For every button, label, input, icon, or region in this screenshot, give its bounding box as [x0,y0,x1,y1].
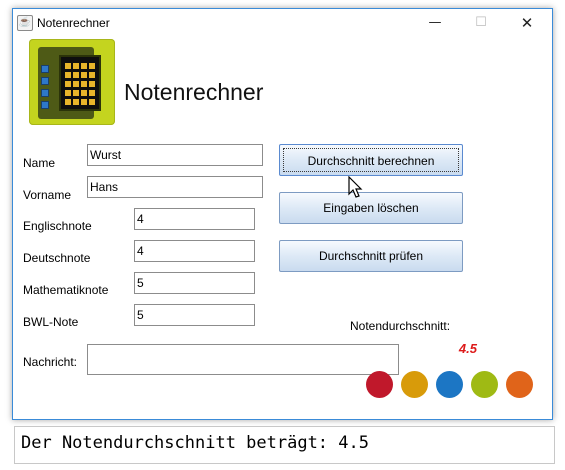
app-window: ☕ Notenrechner — ☐ ✕ Notenrechner Name W… [12,8,553,420]
nachricht-field[interactable] [87,344,399,375]
close-button[interactable]: ✕ [504,9,550,37]
title-bar[interactable]: ☕ Notenrechner — ☐ ✕ [13,9,552,37]
app-heading: Notenrechner [124,79,264,105]
minimize-button[interactable]: — [412,9,458,37]
clear-inputs-button[interactable]: Eingaben löschen [279,192,463,224]
maximize-button[interactable]: ☐ [458,9,504,37]
color-dot-red[interactable] [366,371,393,398]
color-dot-dark-orange[interactable] [506,371,533,398]
englischnote-label: Englischnote [23,219,92,233]
mathematiknote-field[interactable]: 5 [134,272,255,294]
deutschnote-field[interactable]: 4 [134,240,255,262]
deutschnote-label: Deutschnote [23,251,91,265]
bwl-note-field[interactable]: 5 [134,304,255,326]
check-average-button[interactable]: Durchschnitt prüfen [279,240,463,272]
color-dot-orange[interactable] [401,371,428,398]
name-field[interactable]: Wurst [87,144,263,166]
calculate-average-button[interactable]: Durchschnitt berechnen [279,144,463,176]
name-label: Name [23,156,56,170]
vorname-label: Vorname [23,188,72,202]
nachricht-label: Nachricht: [23,355,78,369]
average-label: Notendurchschnitt: [350,319,451,333]
color-dot-green[interactable] [471,371,498,398]
console-output: Der Notendurchschnitt beträgt: 4.5 [14,426,555,464]
console-text: Der Notendurchschnitt beträgt: 4.5 [21,433,369,453]
average-value: 4.5 [458,341,477,356]
mouse-cursor-icon [348,176,363,198]
vorname-field[interactable]: Hans [87,176,263,198]
window-title: Notenrechner [37,16,110,30]
mathematiknote-label: Mathematiknote [23,283,109,297]
calculator-icon [29,39,115,125]
calculate-average-label: Durchschnitt berechnen [283,148,459,172]
englischnote-field[interactable]: 4 [134,208,255,230]
color-dot-blue[interactable] [436,371,463,398]
window-content: Notenrechner Name Wurst Vorname Hans Eng… [13,37,552,419]
java-icon: ☕ [17,15,33,31]
bwl-note-label: BWL-Note [23,315,79,329]
